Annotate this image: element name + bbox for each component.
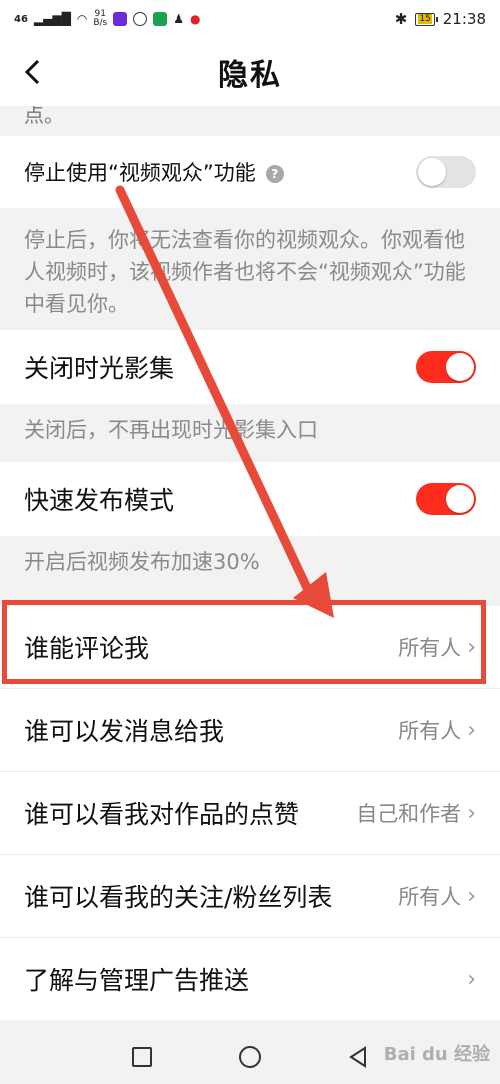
setting-value-wrap: 所有人 › bbox=[398, 881, 476, 911]
status-left: 46 ▂▄▆█ ◠ 91 B/s ♟ ● bbox=[14, 10, 200, 28]
setting-row-who-follow-list[interactable]: 谁可以看我的关注/粉丝列表 所有人 › bbox=[0, 855, 500, 937]
setting-value-wrap: 自己和作者 › bbox=[356, 798, 476, 828]
setting-label: 谁可以发消息给我 bbox=[24, 717, 225, 746]
circle-icon bbox=[239, 1046, 261, 1068]
square-icon bbox=[132, 1047, 152, 1067]
setting-desc: 停止后，你将无法查看你的视频观众。你观看他人视频时，该视频作者也将不会“视频观众… bbox=[0, 208, 500, 330]
setting-label: 快速发布模式 bbox=[24, 486, 175, 515]
setting-row-who-message[interactable]: 谁可以发消息给我 所有人 › bbox=[0, 689, 500, 771]
recent-apps-button[interactable] bbox=[88, 1047, 196, 1067]
privacy-settings-list: 点。 停止使用“视频观众”功能? 停止后，你将无法查看你的视频观众。你观看他人视… bbox=[0, 106, 500, 1020]
setting-row-video-viewers: 停止使用“视频观众”功能? bbox=[0, 136, 500, 208]
setting-row-ad-manage[interactable]: 了解与管理广告推送 › bbox=[0, 938, 500, 1020]
back-button[interactable] bbox=[14, 50, 50, 94]
wifi-icon: ◠ bbox=[76, 12, 88, 26]
help-icon[interactable]: ? bbox=[265, 165, 284, 183]
circle-app-icon bbox=[133, 12, 148, 26]
setting-value-wrap: › bbox=[467, 967, 476, 992]
status-right: ✱ 15 21:38 bbox=[395, 10, 486, 28]
battery-icon: 15 bbox=[415, 12, 439, 26]
partial-text: 点。 bbox=[0, 106, 500, 136]
signal-bars-icon: ▂▄▆█ bbox=[33, 12, 71, 26]
location-icon: ● bbox=[190, 12, 201, 26]
setting-value: 所有人 bbox=[398, 719, 462, 743]
setting-value: 所有人 bbox=[398, 885, 462, 909]
setting-label: 了解与管理广告推送 bbox=[24, 966, 250, 995]
setting-label: 关闭时光影集 bbox=[24, 354, 175, 383]
setting-row-who-likes[interactable]: 谁可以看我对作品的点赞 自己和作者 › bbox=[0, 772, 500, 854]
setting-label: 停止使用“视频观众”功能 bbox=[24, 161, 256, 185]
setting-label-wrap: 停止使用“视频观众”功能? bbox=[24, 157, 284, 187]
setting-row-quick-publish: 快速发布模式 bbox=[0, 462, 500, 536]
nav-bar: 隐私 bbox=[0, 38, 500, 106]
signal-icon: 46 bbox=[14, 13, 28, 25]
net-speed: 91 B/s bbox=[93, 10, 107, 28]
bluetooth-icon: ✱ bbox=[394, 10, 408, 28]
time-album-toggle[interactable] bbox=[416, 351, 476, 383]
net-speed-unit: B/s bbox=[93, 18, 108, 28]
app-notification-icon bbox=[113, 12, 128, 26]
chevron-right-icon: › bbox=[467, 883, 476, 909]
watermark: Bai du 经验 bbox=[383, 1044, 490, 1065]
app-notification-icon bbox=[153, 12, 168, 26]
status-bar: 46 ▂▄▆█ ◠ 91 B/s ♟ ● ✱ 15 21:38 bbox=[0, 0, 500, 38]
chevron-right-icon: › bbox=[467, 717, 476, 743]
quick-publish-toggle[interactable] bbox=[416, 483, 476, 515]
clock: 21:38 bbox=[442, 10, 486, 28]
page-title: 隐私 bbox=[218, 58, 282, 93]
setting-desc: 开启后视频发布加速30% bbox=[0, 536, 500, 606]
setting-label: 谁可以看我的关注/粉丝列表 bbox=[24, 883, 333, 912]
video-viewers-toggle[interactable] bbox=[416, 156, 476, 188]
chevron-right-icon: › bbox=[467, 800, 476, 826]
setting-row-time-album: 关闭时光影集 bbox=[0, 330, 500, 404]
chevron-right-icon: › bbox=[467, 966, 476, 992]
qq-icon: ♟ bbox=[173, 12, 184, 26]
home-button[interactable] bbox=[196, 1046, 304, 1068]
setting-value: 自己和作者 bbox=[356, 802, 462, 826]
setting-value-wrap: 所有人 › bbox=[398, 715, 476, 745]
chevron-left-icon bbox=[24, 59, 40, 85]
annotation-highlight-box bbox=[2, 600, 486, 684]
triangle-back-icon bbox=[349, 1046, 366, 1068]
setting-label: 谁可以看我对作品的点赞 bbox=[24, 800, 300, 829]
setting-desc: 关闭后，不再出现时光影集入口 bbox=[0, 404, 500, 462]
